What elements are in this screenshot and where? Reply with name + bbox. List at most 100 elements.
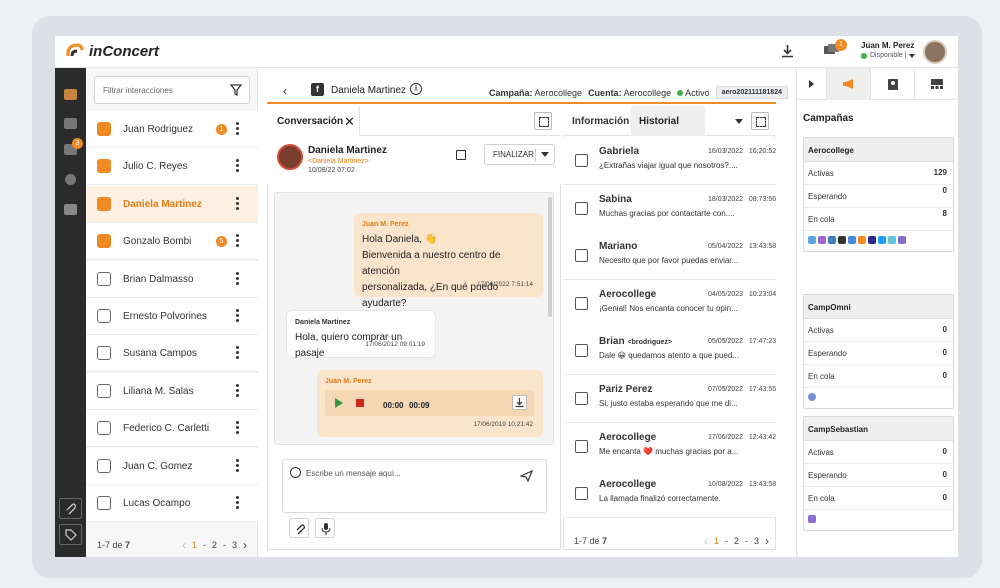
calendar-icon[interactable] [64, 118, 77, 129]
prev-page-icon[interactable]: ‹ [704, 534, 708, 548]
list-item[interactable]: Brian Dalmasso [86, 260, 258, 298]
history-item-date: 16/03/2022 16:20:52 [708, 148, 777, 155]
list-item[interactable]: Daniela Martinez [86, 185, 258, 223]
page-2[interactable]: 2 [734, 536, 739, 546]
filter-icon[interactable] [230, 84, 242, 96]
history-item-preview: ¿Extrañas viajar igual que nosotros?.... [599, 161, 738, 170]
history-item[interactable]: Aerocollege 04/05/2023 10:23:04 ¡Genial! N… [563, 279, 776, 328]
scrollbar[interactable] [548, 197, 552, 317]
send-icon[interactable] [520, 470, 533, 482]
facebook-icon [808, 236, 816, 244]
play-icon[interactable] [335, 398, 343, 408]
list-item[interactable]: Gonzalo Bombi 5 [86, 223, 258, 261]
microphone-button[interactable] [315, 518, 335, 538]
conversation-header: ‹ f Daniela Martinez i Campaña: Aerocoll… [267, 76, 788, 104]
chat-icon[interactable] [64, 89, 77, 100]
history-item[interactable]: Aerocollege 10/08/2022 13:43:58 La llamada… [563, 470, 776, 519]
filter-input[interactable]: Filtrar interacciones [94, 76, 250, 104]
contact-handle: <Daniela Martinez> [308, 158, 369, 165]
tab-campaigns[interactable] [827, 68, 871, 100]
download-button[interactable] [781, 44, 794, 61]
more-options-icon[interactable] [236, 159, 240, 173]
facebook-icon [575, 154, 588, 167]
list-item[interactable]: Ernesto Polvorines [86, 298, 258, 335]
binoculars-icon[interactable] [64, 204, 77, 215]
more-options-icon[interactable] [236, 421, 240, 435]
attach-button[interactable] [289, 518, 309, 538]
page-3[interactable]: 3 [232, 540, 237, 550]
more-options-icon[interactable] [236, 458, 240, 473]
more-options-icon[interactable] [236, 383, 240, 398]
list-item[interactable]: Juan Rodriguez 1 [86, 111, 258, 148]
user-status-label: Disponible | [870, 52, 907, 59]
prev-page-icon[interactable]: ‹ [182, 538, 186, 552]
tab-historial[interactable]: Historial [631, 106, 705, 136]
notification-badge: 1 [835, 39, 847, 51]
more-options-icon[interactable] [236, 234, 240, 248]
more-options-icon[interactable] [236, 122, 240, 136]
list-item[interactable]: Federico C. Carletti [86, 410, 258, 448]
page-1[interactable]: 1 [714, 536, 719, 546]
expand-icon[interactable] [751, 112, 769, 130]
tag-rail-button[interactable] [59, 524, 82, 545]
expand-icon[interactable] [534, 112, 552, 130]
history-item[interactable]: Pariz Perez 07/05/2022 17:43:55 Si, justo … [563, 375, 776, 423]
emoji-icon[interactable] [290, 467, 301, 478]
cursor-icon [97, 421, 111, 436]
tab-informacion[interactable]: Información [572, 116, 629, 127]
campaign-card[interactable]: CampOmni Activas 0 Esperando 0 En cola 0 [803, 294, 954, 409]
back-arrow-icon[interactable]: ‹ [283, 84, 287, 98]
page-3[interactable]: 3 [754, 536, 759, 546]
next-page-icon[interactable]: › [765, 534, 769, 548]
list-item-name: Juan Rodriguez [123, 124, 194, 135]
audio-download-button[interactable] [512, 395, 527, 410]
user-status[interactable]: Disponible | [861, 52, 916, 59]
list-item[interactable]: Liliana M. Salas [86, 372, 258, 410]
campaign-card[interactable]: Aerocollege Activas 129 Esperando 0 En col… [803, 137, 954, 252]
more-options-icon[interactable] [236, 271, 240, 286]
history-item[interactable]: Gabriela 16/03/2022 16:20:52 ¿Extrañas via… [563, 137, 776, 185]
note-icon[interactable] [456, 150, 466, 160]
list-item-name: Ernesto Polvorines [123, 311, 207, 322]
tab-conversacion[interactable]: Conversación ✕ [267, 106, 360, 136]
page-2[interactable]: 2 [212, 540, 217, 550]
close-icon[interactable]: ✕ [344, 114, 355, 130]
id-card-icon [97, 383, 111, 398]
stop-icon[interactable] [356, 399, 364, 407]
user-avatar[interactable] [923, 40, 947, 64]
list-item[interactable]: Lucas Ocampo [86, 485, 258, 522]
user-menu[interactable]: Juan M. Perez Disponible | [861, 41, 916, 59]
info-icon[interactable]: i [410, 83, 422, 95]
list-item[interactable]: Susana Campos [86, 335, 258, 373]
more-options-icon[interactable] [236, 309, 240, 323]
list-item[interactable]: Julio C. Reyes [86, 148, 258, 186]
status-meta: Activo [677, 88, 710, 98]
clock-icon[interactable] [65, 174, 76, 185]
history-item[interactable]: Aerocollege 17/06/2022 12:43:42 Me encanta… [563, 422, 776, 471]
campaign-stat-row: En cola 0 [804, 487, 953, 510]
finalize-button[interactable]: FINALIZAR [484, 144, 555, 165]
message-time: 17/06/2022 7:51:14 [476, 281, 533, 288]
history-item[interactable]: Brian <brodriguez> 05/05/2022 17:47:23 Dale… [563, 327, 776, 376]
attach-rail-button[interactable] [59, 498, 82, 519]
collapse-button[interactable] [797, 68, 827, 100]
message-composer[interactable]: Escribe un mensaje aquí... [282, 459, 547, 513]
history-item[interactable]: Sabina 18/03/2022 08:73:56 Muchas gracias … [563, 184, 776, 233]
list-item-badge: 1 [216, 124, 227, 135]
more-options-icon[interactable] [236, 346, 240, 360]
more-options-icon[interactable] [236, 496, 240, 510]
tab-contacts[interactable] [871, 68, 915, 100]
chevron-down-icon[interactable] [541, 152, 549, 157]
more-options-icon[interactable] [236, 196, 240, 211]
facebook-icon [97, 196, 111, 211]
page-1[interactable]: 1 [192, 540, 197, 550]
conversation-meta: Campaña: Aerocollege Cuenta: Aerocollege… [489, 86, 788, 99]
campaign-card[interactable]: CampSebastian Activas 0 Esperando 0 En col… [803, 416, 954, 531]
next-page-icon[interactable]: › [243, 538, 247, 552]
tab-dashboard[interactable] [915, 68, 958, 100]
history-item[interactable]: Mariano 05/04/2022 13:43:58 Necesito que p… [563, 232, 776, 281]
mail-icon [828, 236, 836, 244]
chevron-down-icon[interactable] [735, 119, 743, 124]
notifications-button[interactable]: 1 [823, 39, 847, 60]
list-item[interactable]: Juan C. Gomez [86, 447, 258, 485]
